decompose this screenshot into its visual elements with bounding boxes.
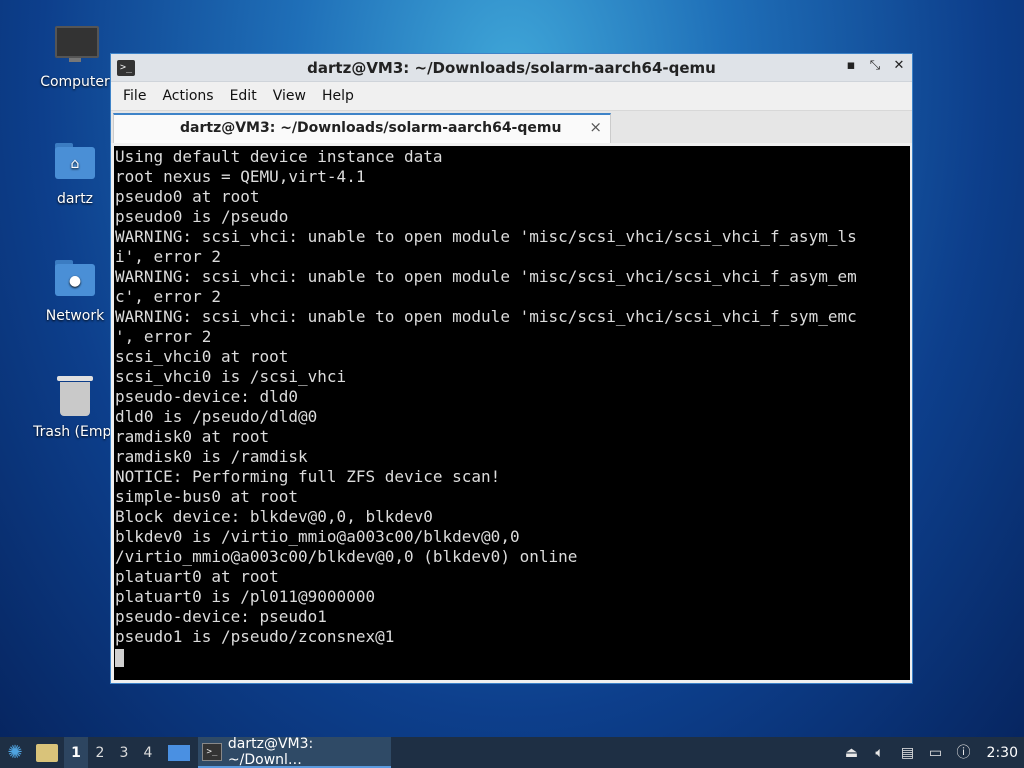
terminal-line: /virtio_mmio@a003c00/blkdev@0,0 (blkdev0…: [115, 547, 578, 566]
network-folder-icon: ●: [51, 256, 99, 304]
trash-icon: [51, 372, 99, 420]
file-manager-icon[interactable]: [36, 743, 58, 762]
terminal-line: ', error 2: [115, 327, 212, 346]
terminal-line: blkdev0 is /virtio_mmio@a003c00/blkdev@0…: [115, 527, 520, 546]
notification-icon[interactable]: ⓘ: [955, 744, 973, 762]
taskbar-window-button[interactable]: >_ dartz@VM3: ~/Downl…: [198, 735, 391, 768]
start-menu-button[interactable]: ✺: [0, 737, 30, 768]
computer-icon: [51, 22, 99, 70]
show-desktop-icon[interactable]: [168, 744, 190, 761]
network-icon[interactable]: ▭: [927, 744, 945, 762]
system-tray: ⏏ 🔈︎ ▤ ▭ ⓘ 2:30: [843, 737, 1024, 768]
volume-icon[interactable]: 🔈︎: [871, 744, 889, 762]
menubar: File Actions Edit View Help: [111, 82, 912, 110]
terminal-line: platuart0 is /pl011@9000000: [115, 587, 376, 606]
close-button[interactable]: ✕: [892, 58, 906, 73]
tab-bar: dartz@VM3: ~/Downloads/solarm-aarch64-qe…: [111, 110, 912, 143]
terminal-line: root nexus = QEMU,virt-4.1: [115, 167, 366, 186]
desktop-icon-label: Computer: [40, 74, 110, 90]
eject-icon[interactable]: ⏏: [843, 744, 861, 762]
workspace-3[interactable]: 3: [112, 737, 136, 768]
clipboard-icon[interactable]: ▤: [899, 744, 917, 762]
terminal-cursor-line: [115, 647, 910, 667]
terminal-line: WARNING: scsi_vhci: unable to open modul…: [115, 307, 857, 326]
desktop-icon-computer[interactable]: Computer: [27, 22, 123, 90]
terminal-line: platuart0 at root: [115, 567, 279, 586]
tab-label: dartz@VM3: ~/Downloads/solarm-aarch64-qe…: [180, 120, 562, 136]
menu-actions[interactable]: Actions: [154, 88, 221, 104]
workspace-1[interactable]: 1: [64, 737, 88, 768]
terminal-line: i', error 2: [115, 247, 221, 266]
window-titlebar[interactable]: >_ dartz@VM3: ~/Downloads/solarm-aarch64…: [111, 54, 912, 82]
menu-edit[interactable]: Edit: [222, 88, 265, 104]
terminal-line: ramdisk0 at root: [115, 427, 270, 446]
task-label: dartz@VM3: ~/Downl…: [227, 735, 314, 768]
terminal-line: WARNING: scsi_vhci: unable to open modul…: [115, 227, 857, 246]
desktop-icon-label: dartz: [56, 191, 94, 207]
terminal-line: scsi_vhci0 is /scsi_vhci: [115, 367, 347, 386]
taskbar: ✺ 1 2 3 4 >_ dartz@VM3: ~/Downl… ⏏ 🔈︎ ▤ …: [0, 735, 1024, 768]
terminal-output[interactable]: Using default device instance data root n…: [114, 146, 910, 680]
desktop-icon-home[interactable]: ⌂ dartz: [27, 139, 123, 207]
terminal-line: dld0 is /pseudo/dld@0: [115, 407, 318, 426]
desktop-icon-trash[interactable]: Trash (Empt: [27, 372, 123, 440]
terminal-icon: >_: [202, 742, 222, 761]
terminal-line: scsi_vhci0 at root: [115, 347, 289, 366]
tab-close-button[interactable]: ×: [589, 118, 602, 136]
menu-help[interactable]: Help: [314, 88, 362, 104]
terminal-line: Block device: blkdev@0,0, blkdev0: [115, 507, 433, 526]
window-title: dartz@VM3: ~/Downloads/solarm-aarch64-qe…: [307, 58, 716, 77]
terminal-line: simple-bus0 at root: [115, 487, 299, 506]
workspace-2[interactable]: 2: [88, 737, 112, 768]
terminal-line: pseudo-device: pseudo1: [115, 607, 327, 626]
terminal-line: pseudo0 is /pseudo: [115, 207, 289, 226]
desktop-icon-label: Trash (Empt: [33, 424, 117, 440]
terminal-tab[interactable]: dartz@VM3: ~/Downloads/solarm-aarch64-qe…: [113, 113, 611, 143]
workspace-4[interactable]: 4: [136, 737, 160, 768]
terminal-line: Using default device instance data: [115, 147, 443, 166]
terminal-line: c', error 2: [115, 287, 221, 306]
terminal-line: WARNING: scsi_vhci: unable to open modul…: [115, 267, 857, 286]
desktop-icon-label: Network: [45, 308, 105, 324]
menu-view[interactable]: View: [265, 88, 314, 104]
minimize-button[interactable]: ▪: [844, 58, 858, 73]
terminal-line: pseudo-device: dld0: [115, 387, 299, 406]
home-folder-icon: ⌂: [51, 139, 99, 187]
desktop-icon-network[interactable]: ● Network: [27, 256, 123, 324]
clock[interactable]: 2:30: [987, 745, 1018, 761]
terminal-cursor: [115, 648, 124, 667]
terminal-line: ramdisk0 is /ramdisk: [115, 447, 308, 466]
terminal-window[interactable]: >_ dartz@VM3: ~/Downloads/solarm-aarch64…: [110, 53, 913, 684]
terminal-line: NOTICE: Performing full ZFS device scan!: [115, 467, 501, 486]
menu-file[interactable]: File: [115, 88, 154, 104]
maximize-button[interactable]: ⤡: [868, 58, 882, 73]
terminal-line: pseudo1 is /pseudo/zconsnex@1: [115, 627, 395, 646]
terminal-line: pseudo0 at root: [115, 187, 260, 206]
